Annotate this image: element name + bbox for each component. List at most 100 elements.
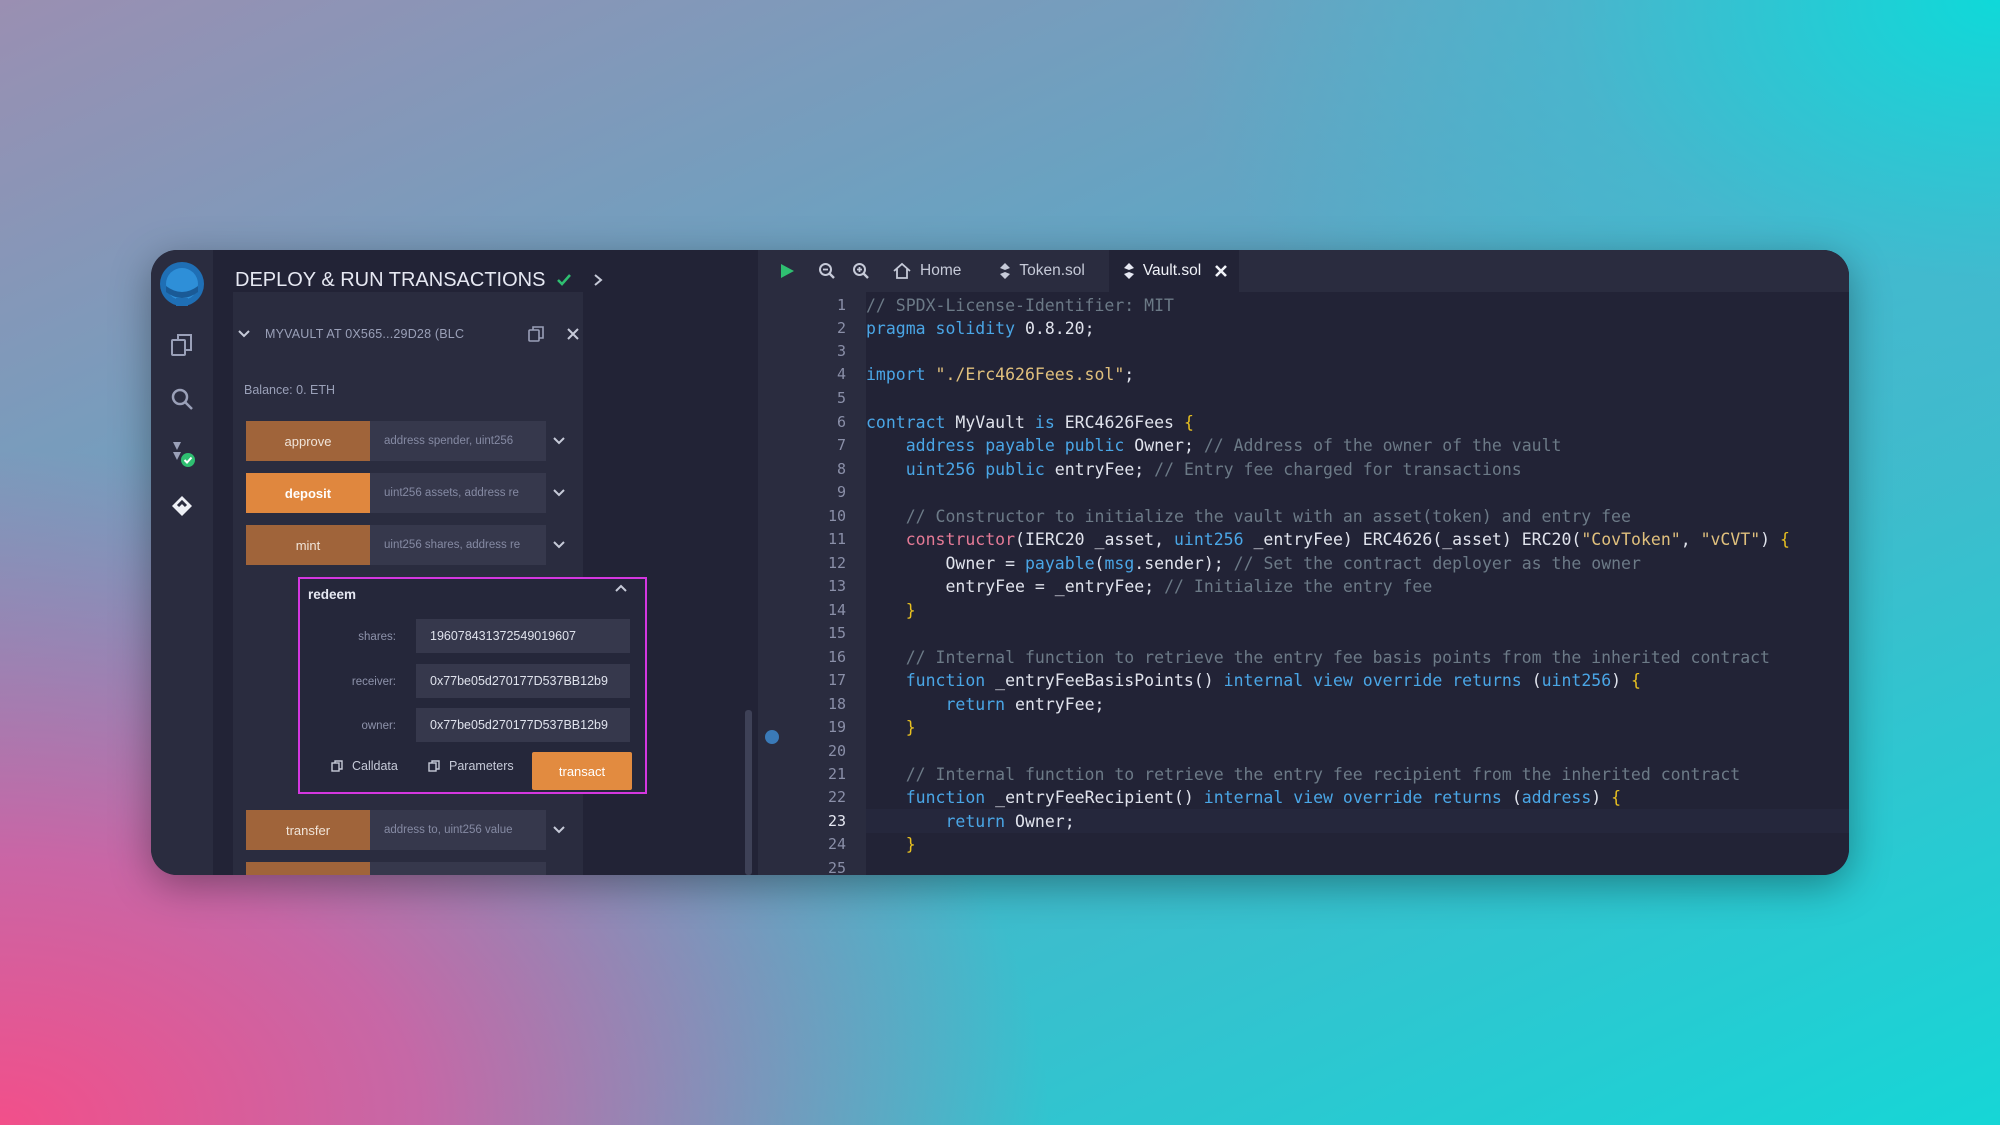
- line-number: 4: [836, 365, 846, 383]
- code-line[interactable]: function _entryFeeBasisPoints() internal…: [866, 669, 1849, 692]
- redeem-title: redeem: [308, 587, 357, 602]
- close-icon[interactable]: [565, 326, 581, 342]
- mint-button[interactable]: mint: [246, 525, 370, 565]
- editor-tab-bar: Home Token.sol Vault.sol: [758, 250, 1849, 292]
- zoom-out-icon: [819, 263, 835, 279]
- tab-vault-sol-label: Vault.sol: [1142, 262, 1202, 279]
- shares-input[interactable]: 1960784313725490196​07: [416, 619, 630, 653]
- zoom-out-button[interactable]: [810, 250, 844, 292]
- receiver-label: receiver:: [351, 676, 396, 688]
- function-row-partial: [246, 862, 572, 875]
- panel-scrollbar[interactable]: [745, 710, 752, 875]
- receiver-input[interactable]: 0x77be05d270177D537BB12b9: [416, 664, 630, 698]
- tab-home[interactable]: Home: [878, 250, 975, 292]
- code-line[interactable]: [866, 340, 1849, 363]
- line-number: 12: [827, 554, 846, 572]
- close-icon[interactable]: [1213, 263, 1229, 279]
- approve-args-input[interactable]: address spender, uint256: [370, 421, 546, 461]
- code-line[interactable]: // Internal function to retrieve the ent…: [866, 763, 1849, 786]
- line-number: 10: [827, 507, 846, 525]
- run-script-button[interactable]: [758, 250, 810, 292]
- code-line[interactable]: }: [866, 599, 1849, 622]
- line-number: 24: [827, 835, 846, 853]
- home-icon: [893, 262, 911, 279]
- code-line[interactable]: return entryFee;: [866, 693, 1849, 716]
- transfer-button[interactable]: transfer: [246, 810, 370, 850]
- tab-vault-sol[interactable]: Vault.sol: [1108, 250, 1240, 292]
- function-row-transfer: transfer address to, uint256 value: [246, 810, 572, 850]
- line-number: 1: [836, 296, 846, 314]
- parameters-button[interactable]: Parameters: [427, 759, 514, 773]
- deploy-run-panel: DEPLOY & RUN TRANSACTIONS MYVAULT AT 0X5…: [213, 250, 758, 875]
- line-number: 18: [827, 695, 846, 713]
- code-line[interactable]: [866, 387, 1849, 410]
- copy-icon[interactable]: [526, 324, 546, 344]
- code-line[interactable]: [866, 740, 1849, 763]
- remix-logo-icon[interactable]: [151, 258, 213, 310]
- code-line[interactable]: uint256 public entryFee; // Entry fee ch…: [866, 458, 1849, 481]
- function-args-input-partial[interactable]: [370, 862, 546, 875]
- code-line[interactable]: constructor(IERC20 _asset, uint256 _entr…: [866, 528, 1849, 551]
- owner-input[interactable]: 0x77be05d270177D537BB12b9: [416, 708, 630, 742]
- line-number: 11: [827, 530, 846, 548]
- line-number: 20: [827, 742, 846, 760]
- function-row-mint: mint uint256 shares, address re: [246, 525, 572, 565]
- owner-label: owner:: [361, 720, 396, 732]
- tab-token-sol-label: Token.sol: [1019, 262, 1085, 279]
- zoom-in-icon: [853, 263, 869, 279]
- file-explorer-icon[interactable]: [151, 332, 213, 358]
- chevron-down-icon[interactable]: [235, 325, 253, 343]
- code-line[interactable]: [866, 481, 1849, 504]
- chevron-down-icon[interactable]: [546, 473, 572, 513]
- code-line[interactable]: }: [866, 833, 1849, 856]
- approve-button[interactable]: approve: [246, 421, 370, 461]
- code-line[interactable]: contract MyVault is ERC4626Fees {: [866, 411, 1849, 434]
- shares-label: shares:: [358, 631, 396, 643]
- code-line[interactable]: // SPDX-License-Identifier: MIT: [866, 294, 1849, 317]
- function-button-partial[interactable]: [246, 862, 370, 875]
- play-icon: [781, 264, 794, 278]
- line-number: 15: [827, 624, 846, 642]
- calldata-button[interactable]: Calldata: [330, 759, 398, 773]
- chevron-right-icon[interactable]: [591, 271, 605, 289]
- chevron-down-icon[interactable]: [546, 525, 572, 565]
- code-line[interactable]: function _entryFeeRecipient() internal v…: [866, 786, 1849, 809]
- search-icon[interactable]: [151, 386, 213, 412]
- line-number: 21: [827, 765, 846, 783]
- transfer-args-input[interactable]: address to, uint256 value: [370, 810, 546, 850]
- deploy-run-icon[interactable]: [151, 492, 213, 520]
- function-row-approve: approve address spender, uint256: [246, 421, 572, 461]
- code-line[interactable]: entryFee = _entryFee; // Initialize the …: [866, 575, 1849, 598]
- transact-button[interactable]: transact: [532, 752, 632, 790]
- code-line[interactable]: pragma solidity 0.8.20;: [866, 317, 1849, 340]
- calldata-label: Calldata: [352, 759, 398, 773]
- code-line[interactable]: [866, 857, 1849, 875]
- code-line[interactable]: }: [866, 716, 1849, 739]
- mint-args-input[interactable]: uint256 shares, address re: [370, 525, 546, 565]
- code-area[interactable]: // SPDX-License-Identifier: MIT pragma so…: [866, 292, 1849, 875]
- code-line[interactable]: // Constructor to initialize the vault w…: [866, 505, 1849, 528]
- code-line[interactable]: [866, 622, 1849, 645]
- deposit-button[interactable]: deposit: [246, 473, 370, 513]
- code-line[interactable]: return Owner;: [866, 810, 1849, 833]
- copy-icon: [428, 760, 440, 772]
- code-line[interactable]: import "./Erc4626Fees.sol";: [866, 363, 1849, 386]
- chevron-up-icon[interactable]: [613, 581, 629, 597]
- zoom-in-button[interactable]: [844, 250, 878, 292]
- deployed-instance-row[interactable]: MYVAULT AT 0X565...29D28 (BLC: [235, 316, 579, 352]
- tab-token-sol[interactable]: Token.sol: [985, 250, 1098, 292]
- instance-label: MYVAULT AT 0X565...29D28 (BLC: [265, 327, 465, 341]
- deposit-args-input[interactable]: uint256 assets, address re: [370, 473, 546, 513]
- chevron-down-icon[interactable]: [546, 810, 572, 850]
- redeem-function-panel: redeem shares: 1960784313725490196​07 re…: [298, 577, 647, 794]
- remix-ide-window: DEPLOY & RUN TRANSACTIONS MYVAULT AT 0X5…: [151, 250, 1849, 875]
- line-number: 8: [836, 460, 846, 478]
- code-line[interactable]: Owner = payable(msg.sender); // Set the …: [866, 552, 1849, 575]
- chevron-down-icon[interactable]: [546, 421, 572, 461]
- code-line[interactable]: // Internal function to retrieve the ent…: [866, 646, 1849, 669]
- panel-title: DEPLOY & RUN TRANSACTIONS: [235, 268, 546, 291]
- solidity-compiler-icon[interactable]: [151, 438, 213, 468]
- solidity-icon: [1000, 263, 1011, 279]
- line-number: 17: [827, 671, 846, 689]
- code-line[interactable]: address payable public Owner; // Address…: [866, 434, 1849, 457]
